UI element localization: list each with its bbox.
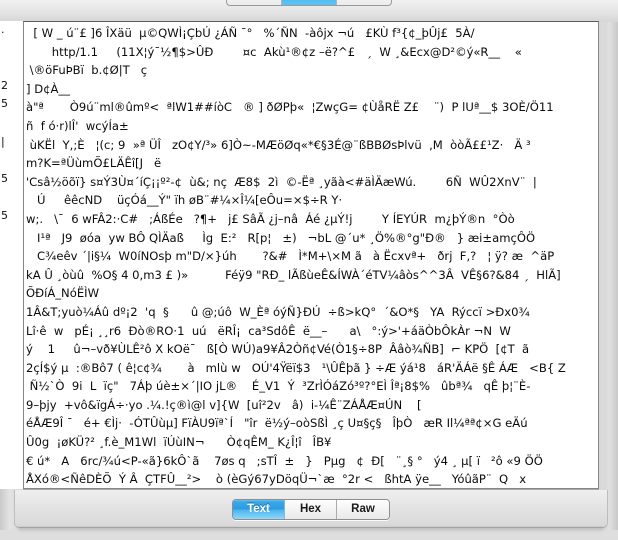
content-line: 9–þjy +vô&ïgÁ÷·yo .¼.!ç®ì@l v]{W [uî²2v …: [26, 397, 422, 412]
gutter-line: [0, 467, 23, 486]
content-viewer-frame: [ W _ ú¨£ ]6 ÎXäü µ©QWÌ¡ÇbÚ ¿ÁÑ ¯° %´ÑN …: [23, 21, 599, 489]
gutter-line: 5: [1, 171, 8, 185]
top-tab-1[interactable]: [227, 0, 282, 5]
gutter-line: [0, 356, 23, 375]
gutter-line: [0, 40, 23, 59]
raw-text-content[interactable]: [ W _ ú¨£ ]6 ÎXäü µ©QWÌ¡ÇbÚ ¿ÁÑ ¯° %´ÑN …: [24, 22, 598, 488]
gutter-line: 5: [1, 208, 8, 222]
content-line: [ W _ ú¨£ ]6 ÎXäü µ©QWÌ¡ÇbÚ ¿ÁÑ ¯° %´ÑN …: [26, 26, 475, 40]
gutter-line: [0, 449, 23, 468]
gutter-line: 2: [1, 78, 8, 92]
gutter-line: [0, 58, 23, 77]
content-line: Û0g ¡øKÜ?² ¸f.è_M1Wl ïÚùIN¬ Ò¢qÊM_ K¿Î¦î…: [26, 435, 332, 450]
gutter-line: [0, 151, 23, 170]
gutter-line: [0, 244, 23, 263]
content-line: ùKËl Y,;È ¦(c; 9 »ª ÜÎ zO¢Y/³» 6]Ò~-MÆöØ…: [26, 137, 531, 152]
gutter-line: [0, 319, 23, 338]
gutter-line: [0, 393, 23, 412]
top-tab-3[interactable]: [337, 0, 391, 5]
content-line: ] D¢À__: [26, 81, 71, 96]
tab-text[interactable]: Text: [233, 500, 285, 519]
content-line: \®öFuÞBï b.¢Ø|T ç: [26, 63, 148, 78]
top-chrome-strip: [0, 0, 618, 22]
gutter-line: [0, 374, 23, 393]
content-line: 1Â&T;yuò¼Áû dº¡2 'q § û @;úô W_Èª óýÑ}ÐÚ…: [26, 304, 530, 319]
content-line: 2çÍ$ý µ :®Bô7 ( ê¦c¢¾ à mlù w OÚ'4Ÿëï$3 …: [26, 360, 566, 375]
toolbar-drop-shadow: [18, 527, 604, 533]
content-line: http/1.1 (11X¦ý¯½¶$>ÛÐ ¤c Akù¹®¢z –ë?^£ …: [26, 44, 522, 59]
gutter-line: |: [1, 134, 5, 148]
content-line: w;. \¯ 6 wFÂ2:·C# ;ÁßÉe ?¶+ j£ SâÃ ¿j–nâ…: [26, 211, 515, 226]
content-left-gutter: . 2 5 | 5 5: [0, 21, 23, 489]
top-view-mode-tabs[interactable]: [226, 0, 392, 6]
content-line: Ú êêcND üçÓá__Ý" ïh øB¨#¼×Î¼[eÔu=×$÷R Y·: [26, 193, 343, 208]
content-line: € ú* A 6rc/¾ú<P-«ã}6kÔ`ã 7øs q ;sTÎ ± } …: [26, 453, 543, 468]
gutter-line: [0, 263, 23, 282]
gutter-line: [0, 430, 23, 449]
content-line: I¹ª J9 øóa yw BÔ QÌÄaß Ìg E:² R[p¦ ±) ¬b…: [26, 230, 536, 245]
gutter-line: [0, 188, 23, 207]
gutter-line: [0, 226, 23, 245]
gutter-line: [0, 281, 23, 300]
window-right-shadow: [606, 0, 618, 540]
gutter-line: [0, 411, 23, 430]
content-line: éÅÆ9Î ¯ é+ €Ìj· -ÓTÛùµ] FïÀU9ïª`Í "îr ë½…: [26, 416, 528, 431]
content-line: ÕÐíÁ_NóËÌW: [26, 286, 100, 301]
content-line: ý 1 û¬–vð¥ÙLÊ²ô X kOë¯ ß[Ò WÚ)a9¥Â2Òñ¢Vé…: [26, 342, 530, 357]
tab-hex[interactable]: Hex: [285, 500, 337, 519]
tab-raw[interactable]: Raw: [337, 500, 389, 519]
content-line: Lî·ê w pÉ¡ ¸¸r6 Ðò®RO·1 uú ëRÎ¡ ca³SdôÊ …: [26, 323, 511, 338]
content-line: C¾eêv ´|i§¼ W0íNOsþ m"D/×}úh ?&# Ì*M+\×M…: [26, 249, 555, 264]
content-line: ñ f ó·r)lÎ' wcýÍa±: [26, 118, 129, 133]
gutter-line: .: [1, 23, 5, 36]
content-line: à"ª Ò9ú¨ml®ûmº< ªlW1##íòC ® ] ðØPþ« ¦Zwç…: [26, 100, 554, 115]
application-window: . 2 5 | 5 5 [ W _ ú¨£ ]6 ÎXäü µ©QWÌ¡ÇbÚ ¿ÁÑ ¯…: [0, 0, 618, 540]
gutter-line: [0, 337, 23, 356]
bottom-toolbar: Text Hex Raw: [14, 490, 608, 528]
gutter-line: [0, 300, 23, 319]
content-line: Ñ½`Ò 9i L ïç" 7Áþ úè±×´|IO jL® É_V1 Ý ³Z…: [26, 379, 531, 394]
gutter-line: 5: [1, 97, 8, 111]
content-line: kA Û ¸òùû %O§ 4 0,m3 £ )» Féÿ9 "RÐ_ lÃßù…: [26, 267, 561, 282]
top-tab-2-selected[interactable]: [282, 0, 337, 5]
view-mode-segmented-control[interactable]: Text Hex Raw: [232, 499, 390, 520]
content-line: 'Csâ½öõï} s¤Ý3Ù¤´íÇ¡¡º²-¢ ù&; nç Æ8$ 2ì …: [26, 174, 537, 189]
content-line: ÅXó®<ÑêDÈÕ Ý Â ÇTFÛ__²> ò (èGý67yDöqÜ¬`æ…: [26, 472, 527, 487]
gutter-line: [0, 114, 23, 133]
content-line: m?K=ªÜùmÕ£LÄÊî[J ë: [26, 156, 162, 171]
